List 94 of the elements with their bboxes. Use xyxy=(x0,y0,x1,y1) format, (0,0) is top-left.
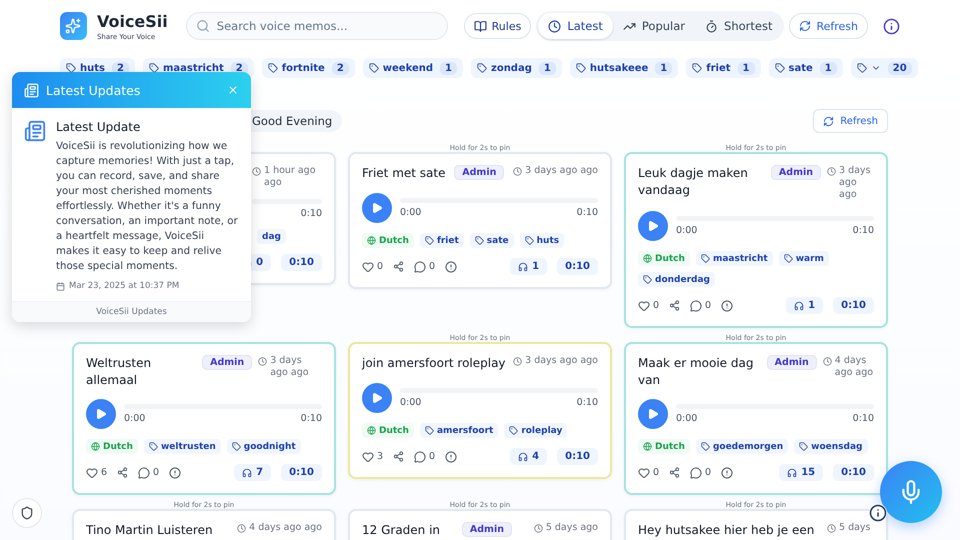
memo-tag[interactable]: weltrusten xyxy=(144,439,221,454)
memo-tag[interactable]: goodnight xyxy=(226,439,301,454)
memo-tag[interactable]: donderdag xyxy=(638,272,715,287)
comment-button[interactable]: 0 xyxy=(138,466,160,478)
memo-title: Maak er mooie dag van xyxy=(638,355,754,389)
memo-title: Tino Martin Luisteren xyxy=(86,522,213,539)
admin-badge: Admin xyxy=(454,165,504,180)
memo-card[interactable]: Tino Martin Luisteren 4 days ago ago xyxy=(72,509,336,540)
duration-badge: 0:10 xyxy=(557,448,598,465)
memo-tag[interactable]: woensdag xyxy=(794,439,868,454)
memo-card[interactable]: 12 Graden in Admin 5 days ago xyxy=(348,509,612,540)
listen-count: 15 xyxy=(779,464,824,481)
memo-tag[interactable]: friet xyxy=(420,233,464,248)
app-name: VoiceSii xyxy=(96,12,168,30)
memo-card[interactable]: Hey hutsakee hier heb je een 5 days xyxy=(624,509,888,540)
refresh-button[interactable]: Refresh xyxy=(789,13,868,39)
like-button[interactable]: 0 xyxy=(638,300,660,312)
memo-time: 3 days ago ago xyxy=(270,355,310,379)
total-time: 0:10 xyxy=(300,208,322,219)
memo-time: 3 days ago ago xyxy=(839,165,872,201)
like-button[interactable]: 0 xyxy=(638,466,660,478)
refresh-button[interactable]: Refresh xyxy=(813,109,888,133)
tag-filter[interactable]: sate 1 xyxy=(768,58,843,78)
current-time: 0:00 xyxy=(400,397,422,408)
popup-title: Latest Updates xyxy=(46,82,142,98)
memo-title: Leuk dagje maken vandaag xyxy=(638,165,749,199)
listen-count: 1 xyxy=(510,258,548,275)
total-time: 0:10 xyxy=(576,397,598,408)
memo-time: 4 days ago ago xyxy=(834,355,874,379)
like-button[interactable]: 3 xyxy=(362,450,384,462)
duration-badge: 0:10 xyxy=(281,254,322,271)
memo-tag[interactable]: maastricht xyxy=(696,251,773,266)
memo-tag[interactable]: warm xyxy=(778,251,829,266)
admin-badge: Admin xyxy=(770,165,821,180)
total-time: 0:10 xyxy=(300,413,322,424)
memo-time: 5 days ago xyxy=(546,522,598,534)
sort-tab[interactable]: Latest xyxy=(538,13,613,39)
current-time: 0:00 xyxy=(676,413,698,424)
tag-filter[interactable]: friet 1 xyxy=(686,58,761,78)
sort-tab[interactable]: Shortest xyxy=(695,13,782,39)
current-time: 0:00 xyxy=(400,207,422,218)
current-time: 0:00 xyxy=(124,413,146,424)
memo-title: Friet met sate xyxy=(362,165,446,182)
memo-card[interactable]: join amersfoort roleplay 3 days ago ago 0:00 0:10 Dutch amersfoort roleplay 3 0 4 0:10 xyxy=(348,342,612,479)
memo-tag[interactable]: amersfoort xyxy=(420,423,498,438)
memo-time: 1 hour ago ago xyxy=(264,165,317,189)
comment-button[interactable]: 0 xyxy=(414,450,436,462)
admin-badge: Admin xyxy=(462,522,512,537)
tag-filter[interactable]: hutsakeee 1 xyxy=(570,58,678,78)
total-time: 0:10 xyxy=(852,413,874,424)
memo-card[interactable]: Leuk dagje maken vandaag Admin 3 days ago ago 0:00 0:10 Dutch maastricht warm donderdag 0 0 1 0:10 xyxy=(624,152,888,328)
memo-tag[interactable]: roleplay xyxy=(504,423,568,438)
update-heading: Latest Update xyxy=(56,120,142,134)
memo-title: join amersfoort roleplay xyxy=(362,355,506,372)
memo-time: 3 days ago ago xyxy=(525,355,598,367)
admin-badge: Admin xyxy=(202,355,252,370)
comment-button[interactable]: 0 xyxy=(690,466,712,478)
memo-time: 5 days xyxy=(839,522,870,534)
rules-button[interactable]: Rules xyxy=(464,13,532,39)
total-time: 0:10 xyxy=(852,225,874,236)
listen-count: 7 xyxy=(234,464,272,481)
memo-title: Weltrusten allemaal xyxy=(86,355,152,389)
current-time: 0:00 xyxy=(676,225,698,236)
memo-tag[interactable]: goedemorgen xyxy=(696,439,788,454)
memo-title: 12 Graden in xyxy=(362,522,440,539)
popup-footer: VoiceSii Updates xyxy=(12,301,251,322)
like-button[interactable]: 0 xyxy=(362,260,384,272)
total-time: 0:10 xyxy=(576,207,598,218)
comment-button[interactable]: 0 xyxy=(690,300,712,312)
sort-tab[interactable]: Popular xyxy=(612,13,696,39)
memo-time: 4 days ago ago xyxy=(249,522,322,534)
duration-badge: 0:10 xyxy=(557,258,598,275)
memo-title: Hey hutsakee hier heb je een xyxy=(638,522,814,539)
memo-tag[interactable]: huts xyxy=(520,233,564,248)
update-date: Mar 23, 2025 at 10:37 PM xyxy=(56,281,239,291)
duration-badge: 0:10 xyxy=(833,297,874,314)
memo-card[interactable]: Maak er mooie dag van Admin 4 days ago ago 0:00 0:10 Dutch goedemorgen woensdag 0 0 15 0:10 xyxy=(624,342,888,495)
duration-badge: 0:10 xyxy=(833,464,874,481)
listen-count: 4 xyxy=(510,448,548,465)
duration-badge: 0:10 xyxy=(281,464,322,481)
like-button[interactable]: 6 xyxy=(86,466,108,478)
memo-time: 3 days ago ago xyxy=(525,165,598,177)
tag-filter[interactable]: fortnite 2 xyxy=(262,58,355,78)
tag-filter[interactable]: zondag 1 xyxy=(471,58,562,78)
memo-card[interactable]: Friet met sate Admin 3 days ago ago 0:00 0:10 Dutch friet sate huts 0 0 1 0:10 xyxy=(348,152,612,289)
search-field[interactable]: Search voice memos... xyxy=(186,12,448,40)
admin-badge: Admin xyxy=(766,355,817,370)
comment-button[interactable]: 0 xyxy=(414,260,436,272)
memo-tag[interactable]: sate xyxy=(470,233,514,248)
listen-count: 1 xyxy=(786,297,824,314)
memo-tag[interactable]: dag xyxy=(257,229,286,244)
more-tags-button[interactable]: 20 xyxy=(850,58,918,78)
memo-card[interactable]: Weltrusten allemaal Admin 3 days ago ago 0:00 0:10 Dutch weltrusten goodnight 6 0 7 0:10 xyxy=(72,342,336,495)
tag-filter[interactable]: weekend 1 xyxy=(362,58,463,78)
